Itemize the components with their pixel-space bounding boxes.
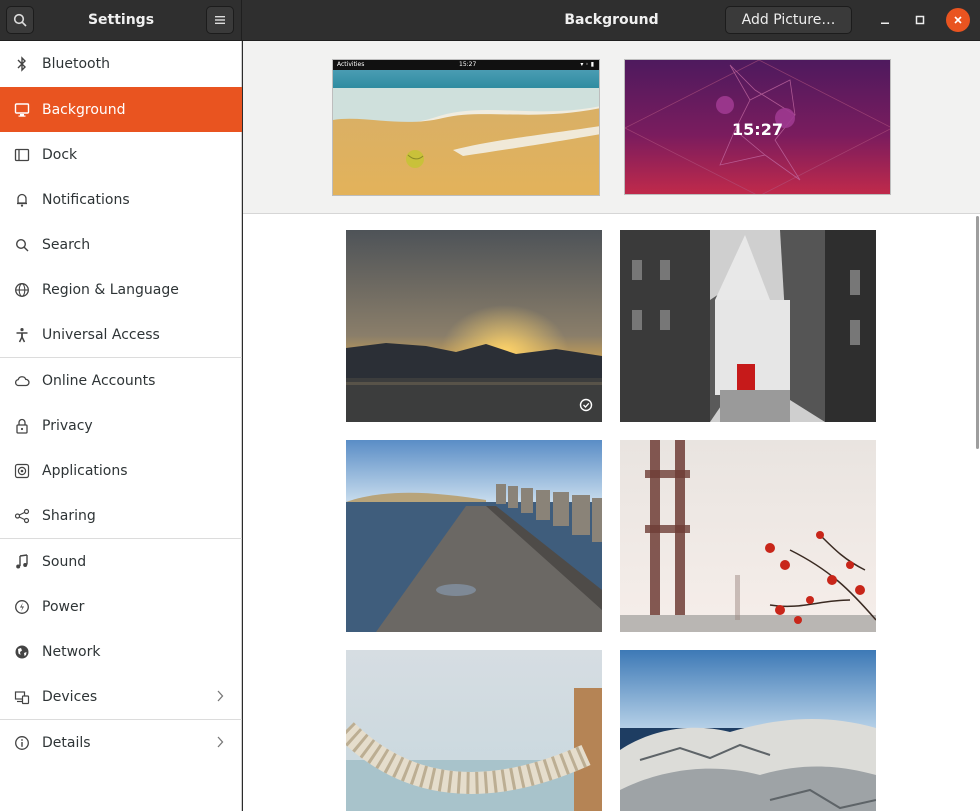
chevron-right-icon <box>216 735 224 753</box>
hamburger-icon <box>215 16 225 24</box>
sidebar-item-online-accounts[interactable]: Online Accounts <box>0 358 242 403</box>
sidebar-item-label: Universal Access <box>42 326 160 343</box>
sidebar-item-label: Background <box>42 101 126 118</box>
bell-icon <box>14 192 30 208</box>
sunset-image <box>346 230 602 422</box>
preview-activities-label: Activities <box>337 61 365 68</box>
sidebar-header: Settings <box>0 0 242 41</box>
sidebar-item-label: Sharing <box>42 507 96 524</box>
sidebar-item-notifications[interactable]: Notifications <box>0 177 242 222</box>
close-icon <box>954 16 962 24</box>
sidebar-item-label: Applications <box>42 462 128 479</box>
search-icon <box>13 13 27 27</box>
church-street-image <box>620 230 876 422</box>
sidebar-item-sharing[interactable]: Sharing <box>0 493 242 538</box>
wallpaper-thumbnail[interactable] <box>620 440 876 632</box>
sidebar-item-applications[interactable]: Applications <box>0 448 242 493</box>
sidebar-item-privacy[interactable]: Privacy <box>0 403 242 448</box>
preview-clock: 15:27 <box>459 61 477 68</box>
sidebar-item-label: Devices <box>42 688 98 705</box>
sidebar-item-network[interactable]: Network <box>0 629 242 674</box>
wallpaper-thumbnail[interactable] <box>346 230 602 422</box>
minimize-button[interactable] <box>873 8 897 32</box>
network-globe-icon <box>14 644 30 660</box>
wallpaper-thumbnail[interactable] <box>346 650 602 811</box>
music-note-icon <box>14 553 30 570</box>
lock-screen-preview[interactable]: 15:27 <box>624 59 891 195</box>
sidebar-item-universal-access[interactable]: Universal Access <box>0 312 242 357</box>
wallpaper-thumbnail[interactable] <box>620 650 876 811</box>
info-icon <box>14 735 30 751</box>
sidebar-item-details[interactable]: Details <box>0 720 242 765</box>
lock-clock: 15:27 <box>732 120 783 139</box>
add-picture-button[interactable]: Add Picture… <box>725 6 852 34</box>
sidebar-item-label: Online Accounts <box>42 372 156 389</box>
maximize-button[interactable] <box>908 8 932 32</box>
rope-fence-image <box>346 650 602 811</box>
scrollbar[interactable] <box>976 216 979 449</box>
share-icon <box>14 508 30 524</box>
bluetooth-icon <box>14 55 30 72</box>
bridge-flowers-image <box>620 440 876 632</box>
sidebar-item-label: Privacy <box>42 417 93 434</box>
power-icon <box>14 599 30 615</box>
beach-wallpaper-image <box>333 60 599 195</box>
main-panel: Activities 15:27 ▾ ◦ ▮ 15:27 <box>243 41 980 811</box>
sidebar-item-devices[interactable]: Devices <box>0 674 242 719</box>
sidebar-item-region-language[interactable]: Region & Language <box>0 267 242 312</box>
monitor-icon <box>14 102 30 118</box>
background-preview-strip: Activities 15:27 ▾ ◦ ▮ 15:27 <box>243 41 980 214</box>
sidebar-item-background[interactable]: Background <box>0 87 242 132</box>
cloud-icon <box>14 373 30 389</box>
stone-pier-image <box>346 440 602 632</box>
sidebar-item-label: Bluetooth <box>42 55 110 72</box>
sidebar-item-search[interactable]: Search <box>0 222 242 267</box>
minimize-icon <box>881 22 889 24</box>
wallpaper-thumbnail[interactable] <box>346 440 602 632</box>
dock-icon <box>14 147 30 163</box>
close-button[interactable] <box>946 8 970 32</box>
panel-title: Background <box>564 12 659 28</box>
accessibility-icon <box>14 327 30 343</box>
sidebar-item-label: Dock <box>42 146 78 163</box>
sidebar-item-sound[interactable]: Sound <box>0 539 242 584</box>
sidebar-item-label: Notifications <box>42 191 130 208</box>
preview-top-bar: Activities 15:27 ▾ ◦ ▮ <box>333 60 599 70</box>
lock-icon <box>14 418 30 434</box>
chevron-right-icon <box>216 689 224 707</box>
wallpaper-thumbnail[interactable] <box>620 230 876 422</box>
menu-button[interactable] <box>206 6 234 34</box>
sidebar-item-label: Details <box>42 734 91 751</box>
sidebar-item-bluetooth[interactable]: Bluetooth <box>0 41 242 86</box>
gear-icon <box>14 463 30 479</box>
sidebar: Bluetooth Background Dock Notifications … <box>0 41 242 811</box>
app-title: Settings <box>87 12 155 28</box>
preview-status-icons: ▾ ◦ ▮ <box>580 61 594 68</box>
sidebar-item-dock[interactable]: Dock <box>0 132 242 177</box>
sidebar-item-label: Network <box>42 643 101 660</box>
sidebar-item-label: Sound <box>42 553 87 570</box>
sidebar-item-label: Power <box>42 598 85 615</box>
icy-rocks-image <box>620 650 876 811</box>
globe-icon <box>14 282 30 298</box>
search-icon <box>14 237 30 253</box>
header-bar: Settings Background Add Picture… <box>0 0 980 41</box>
devices-icon <box>14 689 30 705</box>
sidebar-item-label: Search <box>42 236 91 253</box>
desktop-background-preview[interactable]: Activities 15:27 ▾ ◦ ▮ <box>332 59 600 196</box>
search-button[interactable] <box>6 6 34 34</box>
sidebar-item-power[interactable]: Power <box>0 584 242 629</box>
sidebar-item-label: Region & Language <box>42 281 179 298</box>
maximize-icon <box>915 15 925 25</box>
